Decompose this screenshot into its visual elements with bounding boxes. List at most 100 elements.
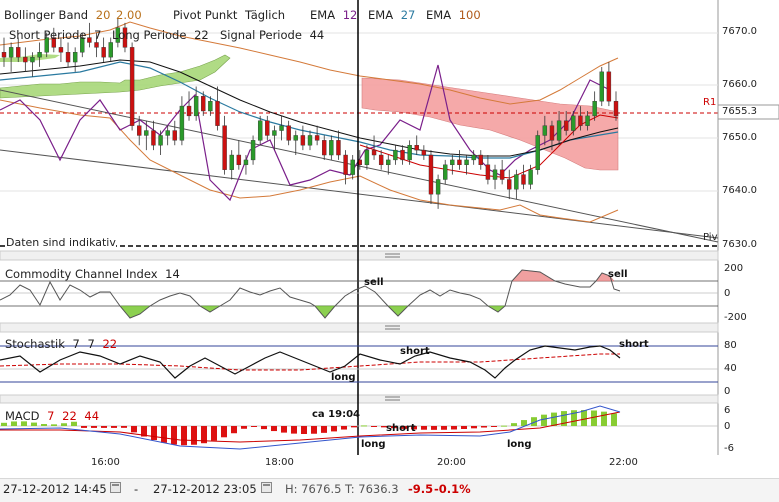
candle-body[interactable] (414, 145, 419, 151)
candle-body[interactable] (101, 47, 106, 58)
candle-body[interactable] (464, 159, 469, 166)
candle-body[interactable] (279, 125, 284, 131)
candle-body[interactable] (471, 154, 476, 161)
candle-body[interactable] (236, 154, 242, 166)
candle-body[interactable] (165, 130, 170, 136)
candle-body[interactable] (613, 100, 619, 117)
candle-body[interactable] (599, 71, 604, 102)
candle-body[interactable] (257, 120, 263, 141)
macd-histogram-bar (231, 426, 237, 434)
candle-body[interactable] (58, 47, 64, 53)
candle-body[interactable] (528, 169, 533, 185)
candle-body[interactable] (137, 125, 142, 136)
candle-body[interactable] (336, 140, 341, 156)
candle-body[interactable] (386, 159, 391, 166)
candle-body[interactable] (186, 105, 192, 117)
candle-body[interactable] (37, 52, 42, 58)
legend-pivot[interactable]: Pivot Punkt Täglich (173, 8, 285, 22)
candle-body[interactable] (535, 135, 540, 170)
candle-body[interactable] (179, 105, 185, 141)
candle-body[interactable] (421, 149, 427, 156)
legend-short-period[interactable]: Short Periode 7 (9, 28, 101, 42)
candle-body[interactable] (578, 115, 583, 126)
candle-body[interactable] (400, 149, 405, 161)
candle-body[interactable] (499, 169, 505, 180)
candle-body[interactable] (72, 52, 78, 63)
calendar-icon[interactable] (261, 482, 272, 493)
candle-body[interactable] (193, 96, 199, 117)
candle-body[interactable] (30, 56, 35, 63)
candle-body[interactable] (585, 115, 590, 126)
candle-body[interactable] (215, 100, 220, 126)
candle-body[interactable] (129, 47, 135, 126)
splitter-macd[interactable] (0, 394, 719, 404)
candle-body[interactable] (507, 179, 512, 190)
candle-body[interactable] (65, 52, 71, 63)
candle-body[interactable] (492, 169, 498, 180)
candle-body[interactable] (151, 130, 156, 146)
candle-body[interactable] (1, 52, 7, 58)
candle-body[interactable] (443, 164, 448, 180)
candle-body[interactable] (322, 140, 327, 156)
candle-body[interactable] (250, 140, 256, 161)
candle-body[interactable] (286, 125, 291, 141)
candle-body[interactable] (478, 154, 483, 166)
candle-body[interactable] (428, 154, 434, 195)
candle-body[interactable] (407, 145, 412, 161)
candle-body[interactable] (592, 100, 597, 117)
candle-body[interactable] (542, 125, 548, 136)
candle-body[interactable] (514, 174, 519, 190)
candle-body[interactable] (485, 164, 491, 180)
candle-body[interactable] (293, 135, 298, 141)
candle-body[interactable] (8, 47, 14, 58)
candle-body[interactable] (457, 159, 462, 166)
candle-body[interactable] (172, 130, 177, 141)
candle-body[interactable] (201, 96, 206, 112)
candle-body[interactable] (343, 154, 348, 175)
candle-body[interactable] (158, 135, 163, 146)
legend-bollinger[interactable]: Bollinger Band 20 2.00 (4, 8, 142, 22)
candle-body[interactable] (272, 130, 277, 136)
candle-body[interactable] (314, 135, 320, 141)
splitter-cci[interactable] (0, 250, 719, 261)
candle-body[interactable] (208, 100, 213, 112)
footer-to-date[interactable]: 27-12-2012 23:05 (153, 482, 257, 496)
candle-body[interactable] (571, 115, 576, 131)
candle-body[interactable] (393, 149, 398, 161)
candle-body[interactable] (222, 125, 227, 170)
legend-ema-27[interactable]: EMA 27 (368, 8, 415, 22)
candle-body[interactable] (521, 174, 526, 185)
candle-body[interactable] (23, 56, 28, 63)
candle-body[interactable] (94, 42, 99, 48)
chart-canvas[interactable] (0, 0, 779, 478)
candle-body[interactable] (350, 159, 355, 175)
candle-body[interactable] (265, 120, 270, 136)
cci-title[interactable]: Commodity Channel Index 14 (5, 267, 180, 281)
candle-body[interactable] (144, 130, 149, 136)
candle-body[interactable] (16, 47, 21, 58)
candle-body[interactable] (108, 42, 113, 58)
candle-body[interactable] (606, 71, 612, 102)
candle-body[interactable] (549, 125, 555, 141)
candle-body[interactable] (378, 154, 384, 166)
splitter-stochastik[interactable] (0, 322, 719, 333)
candle-body[interactable] (300, 135, 306, 146)
candle-body[interactable] (329, 140, 334, 156)
legend-signal-period[interactable]: Signal Periode 44 (220, 28, 324, 42)
candle-body[interactable] (243, 159, 249, 166)
footer-from-date[interactable]: 27-12-2012 14:45 (3, 482, 107, 496)
legend-ema-100[interactable]: EMA 100 (426, 8, 481, 22)
calendar-icon[interactable] (110, 482, 121, 493)
candle-body[interactable] (229, 154, 234, 170)
candle-body[interactable] (450, 159, 455, 166)
candle-body[interactable] (371, 149, 377, 156)
candle-body[interactable] (563, 120, 569, 131)
stochastik-title[interactable]: Stochastik 7 7 22 (5, 337, 117, 351)
legend-long-period[interactable]: Long Periode 22 (112, 28, 209, 42)
candle-body[interactable] (307, 135, 313, 146)
legend-ema-12[interactable]: EMA 12 (310, 8, 357, 22)
candle-body[interactable] (364, 149, 370, 166)
candle-body[interactable] (435, 179, 441, 195)
candle-body[interactable] (556, 120, 562, 141)
macd-title[interactable]: MACD 7 22 44 (5, 409, 99, 423)
